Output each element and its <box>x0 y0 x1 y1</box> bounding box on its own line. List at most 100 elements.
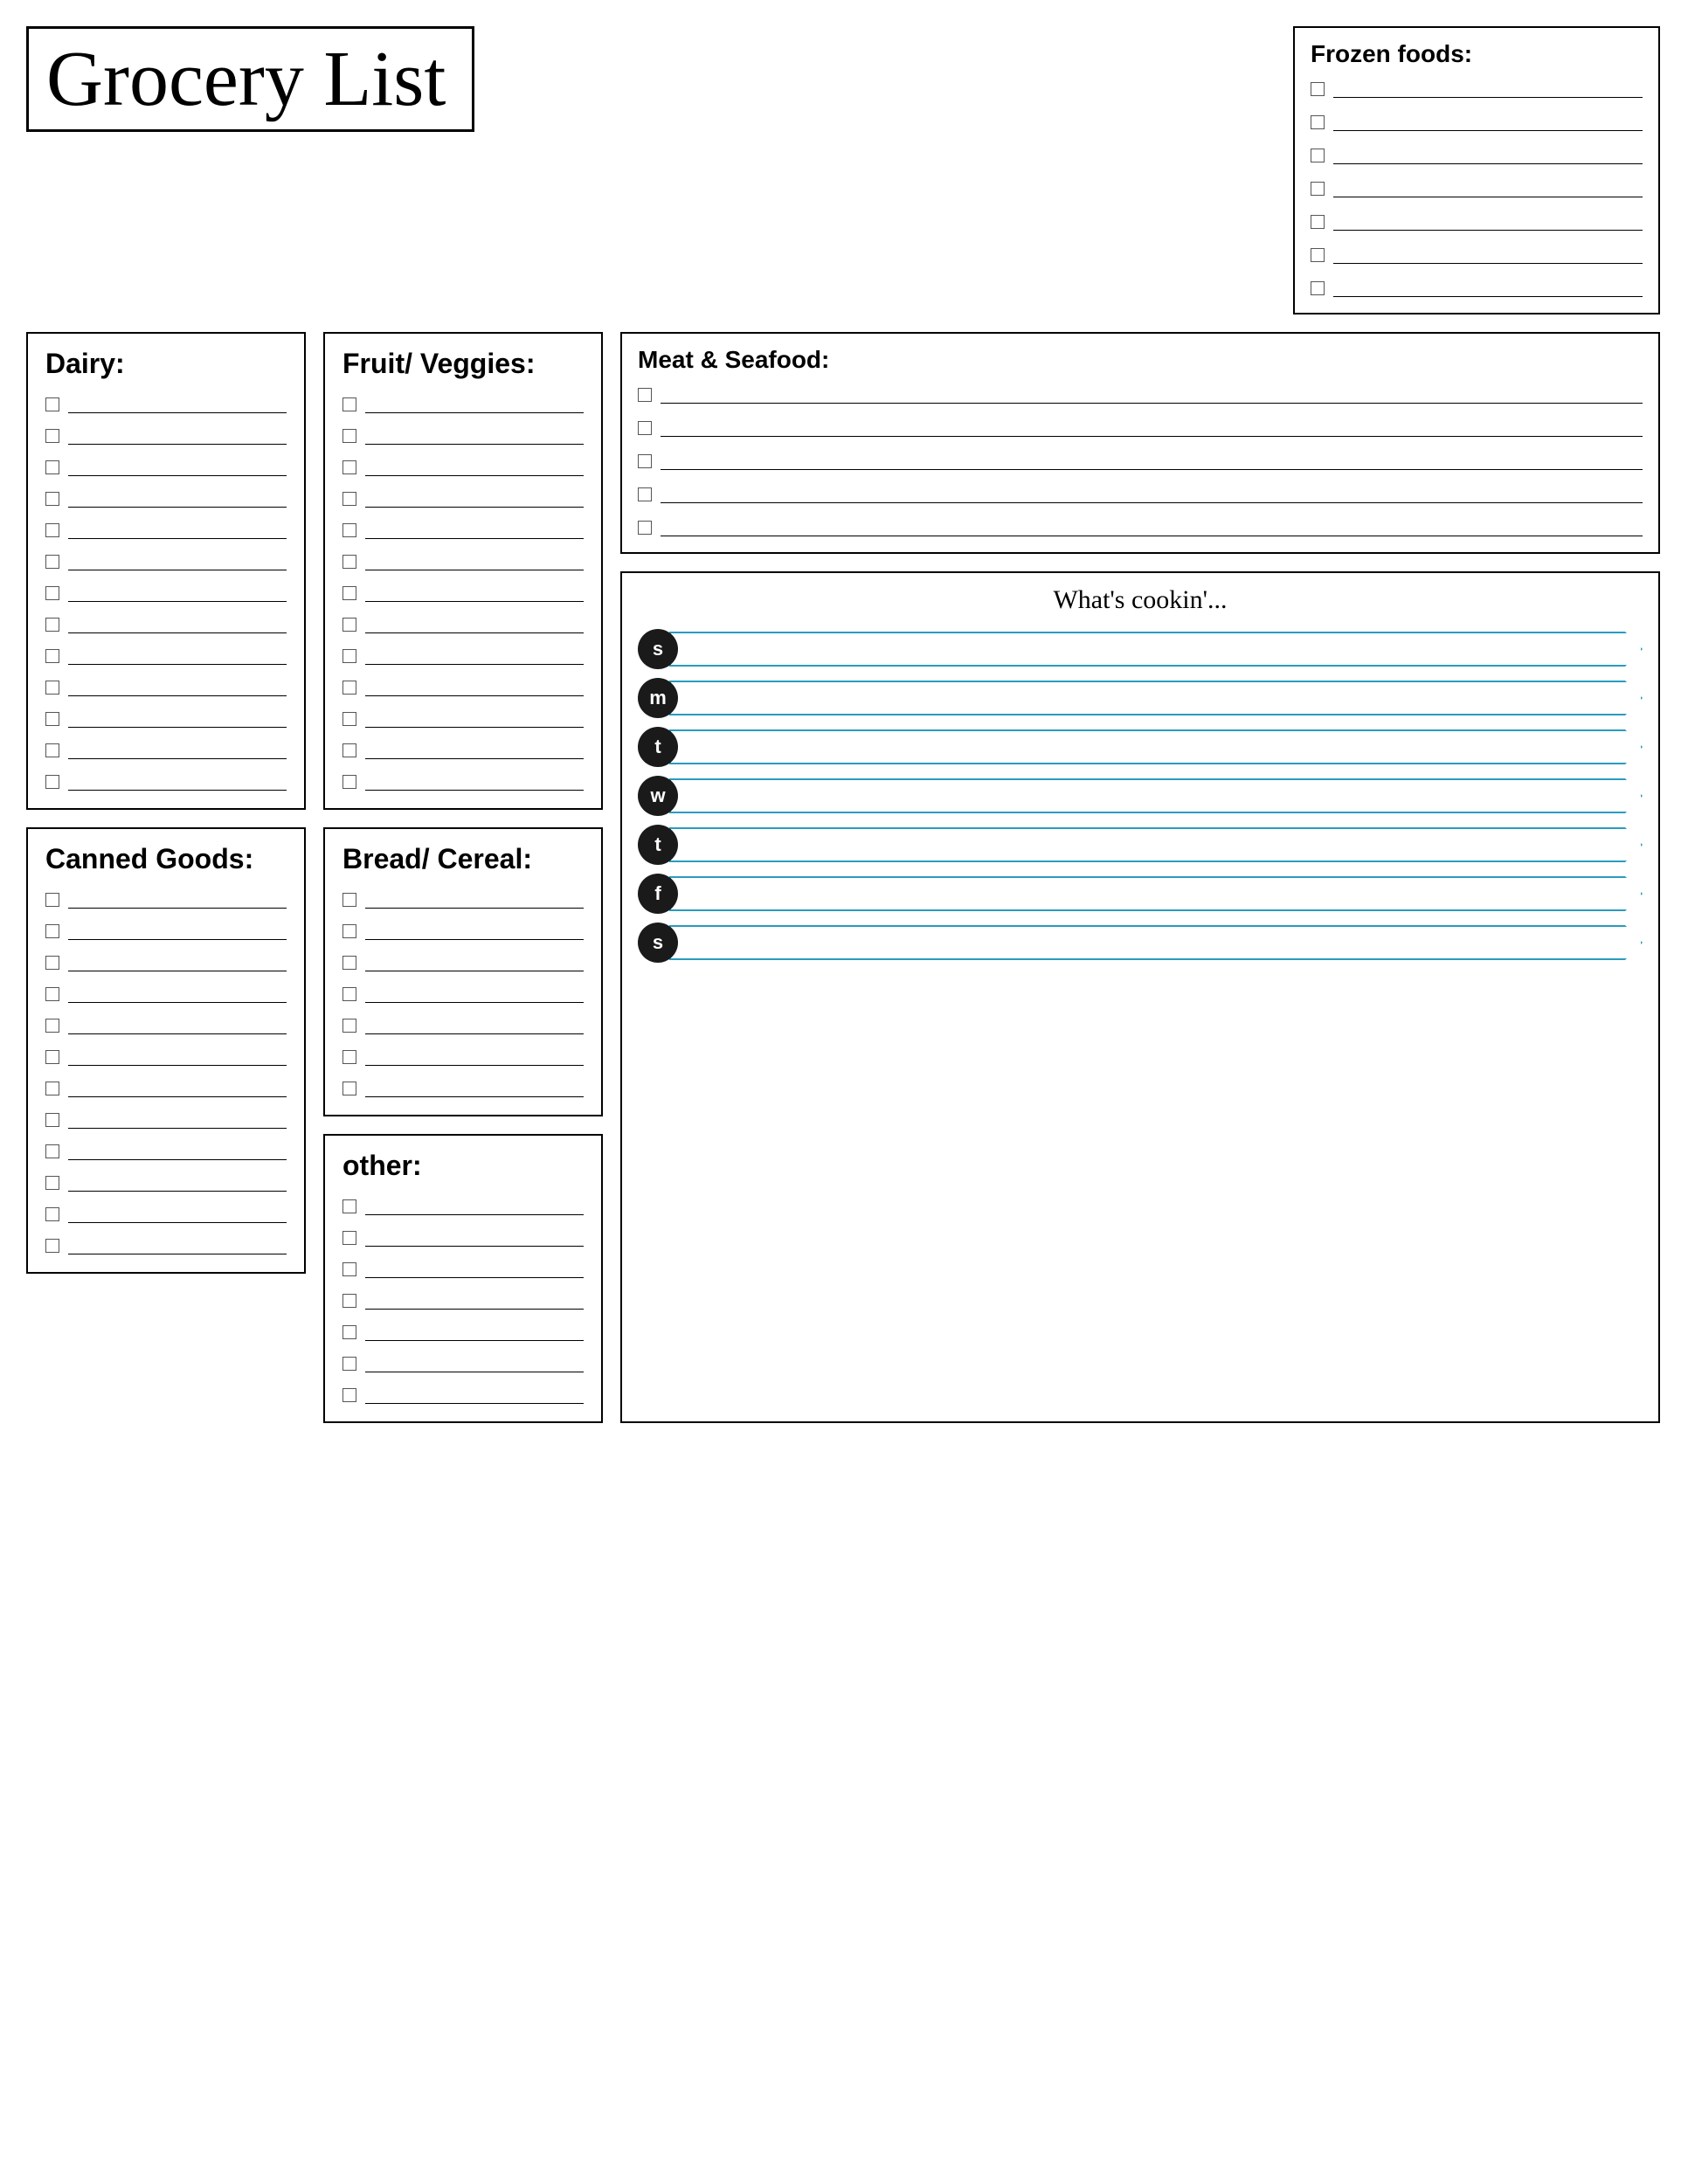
checkbox[interactable] <box>45 586 59 600</box>
day-arrow-thursday[interactable] <box>669 827 1643 862</box>
checkbox[interactable] <box>342 712 356 726</box>
checkbox[interactable] <box>342 649 356 663</box>
checkbox[interactable] <box>342 1294 356 1308</box>
checkbox[interactable] <box>342 397 356 411</box>
checkbox[interactable] <box>342 987 356 1001</box>
day-arrow-sunday[interactable] <box>669 632 1643 667</box>
day-rows: s m t w t <box>638 629 1643 963</box>
item-line <box>365 427 584 445</box>
checkbox[interactable] <box>638 421 652 435</box>
checkbox[interactable] <box>45 712 59 726</box>
checkbox[interactable] <box>45 1082 59 1095</box>
checkbox[interactable] <box>45 743 59 757</box>
list-item <box>45 1206 287 1223</box>
checkbox[interactable] <box>342 893 356 907</box>
day-badge-t1[interactable]: t <box>638 727 678 767</box>
checkbox[interactable] <box>45 460 59 474</box>
checkbox[interactable] <box>45 681 59 695</box>
day-badge-t2[interactable]: t <box>638 825 678 865</box>
list-item <box>45 679 287 696</box>
other-title: other: <box>342 1150 584 1182</box>
checkbox[interactable] <box>45 429 59 443</box>
day-badge-m[interactable]: m <box>638 678 678 718</box>
day-badge-s2[interactable]: s <box>638 923 678 963</box>
checkbox[interactable] <box>1311 149 1325 162</box>
checkbox[interactable] <box>1311 115 1325 129</box>
checkbox[interactable] <box>45 1113 59 1127</box>
item-line <box>661 486 1643 503</box>
checkbox[interactable] <box>342 523 356 537</box>
day-badge-s1[interactable]: s <box>638 629 678 669</box>
item-line <box>68 710 287 728</box>
list-item <box>342 923 584 940</box>
checkbox[interactable] <box>342 775 356 789</box>
day-row-friday: f <box>638 874 1643 914</box>
item-line <box>661 386 1643 404</box>
checkbox[interactable] <box>638 388 652 402</box>
item-line <box>365 742 584 759</box>
checkbox[interactable] <box>342 1082 356 1095</box>
checkbox[interactable] <box>1311 215 1325 229</box>
checkbox[interactable] <box>342 956 356 970</box>
checkbox[interactable] <box>342 1199 356 1213</box>
checkbox[interactable] <box>342 1357 356 1371</box>
checkbox[interactable] <box>342 460 356 474</box>
checkbox[interactable] <box>45 492 59 506</box>
checkbox[interactable] <box>342 743 356 757</box>
day-badge-w[interactable]: w <box>638 776 678 816</box>
item-line <box>68 773 287 791</box>
checkbox[interactable] <box>342 681 356 695</box>
checkbox[interactable] <box>45 1019 59 1033</box>
checkbox[interactable] <box>45 523 59 537</box>
day-arrow-monday[interactable] <box>669 681 1643 715</box>
checkbox[interactable] <box>638 521 652 535</box>
item-line <box>661 519 1643 536</box>
checkbox[interactable] <box>342 1325 356 1339</box>
checkbox[interactable] <box>45 1050 59 1064</box>
checkbox[interactable] <box>45 649 59 663</box>
checkbox[interactable] <box>342 1262 356 1276</box>
checkbox[interactable] <box>45 956 59 970</box>
day-badge-f[interactable]: f <box>638 874 678 914</box>
checkbox[interactable] <box>342 555 356 569</box>
checkbox[interactable] <box>45 924 59 938</box>
day-row-wednesday: w <box>638 776 1643 816</box>
item-line <box>365 1292 584 1310</box>
checkbox[interactable] <box>342 1388 356 1402</box>
day-arrow-tuesday[interactable] <box>669 729 1643 764</box>
checkbox[interactable] <box>45 1239 59 1253</box>
checkbox[interactable] <box>45 618 59 632</box>
checkbox[interactable] <box>1311 82 1325 96</box>
day-arrow-friday[interactable] <box>669 876 1643 911</box>
checkbox[interactable] <box>45 555 59 569</box>
checkbox[interactable] <box>45 1176 59 1190</box>
checkbox[interactable] <box>45 775 59 789</box>
checkbox[interactable] <box>45 893 59 907</box>
checkbox[interactable] <box>342 618 356 632</box>
checkbox[interactable] <box>342 1231 356 1245</box>
item-line <box>68 490 287 508</box>
checkbox[interactable] <box>342 586 356 600</box>
list-item <box>1311 180 1643 197</box>
list-item <box>638 386 1643 404</box>
checkbox[interactable] <box>1311 248 1325 262</box>
checkbox[interactable] <box>1311 182 1325 196</box>
checkbox[interactable] <box>1311 281 1325 295</box>
item-line <box>661 453 1643 470</box>
checkbox[interactable] <box>638 487 652 501</box>
checkbox[interactable] <box>342 429 356 443</box>
checkbox[interactable] <box>342 1050 356 1064</box>
list-item <box>45 923 287 940</box>
checkbox[interactable] <box>45 987 59 1001</box>
day-arrow-saturday[interactable] <box>669 925 1643 960</box>
checkbox[interactable] <box>45 1207 59 1221</box>
checkbox[interactable] <box>45 397 59 411</box>
day-arrow-wednesday[interactable] <box>669 778 1643 813</box>
checkbox[interactable] <box>342 492 356 506</box>
checkbox[interactable] <box>45 1144 59 1158</box>
checkbox[interactable] <box>342 1019 356 1033</box>
list-item <box>1311 280 1643 297</box>
checkbox[interactable] <box>638 454 652 468</box>
meat-seafood-list <box>638 386 1643 536</box>
checkbox[interactable] <box>342 924 356 938</box>
